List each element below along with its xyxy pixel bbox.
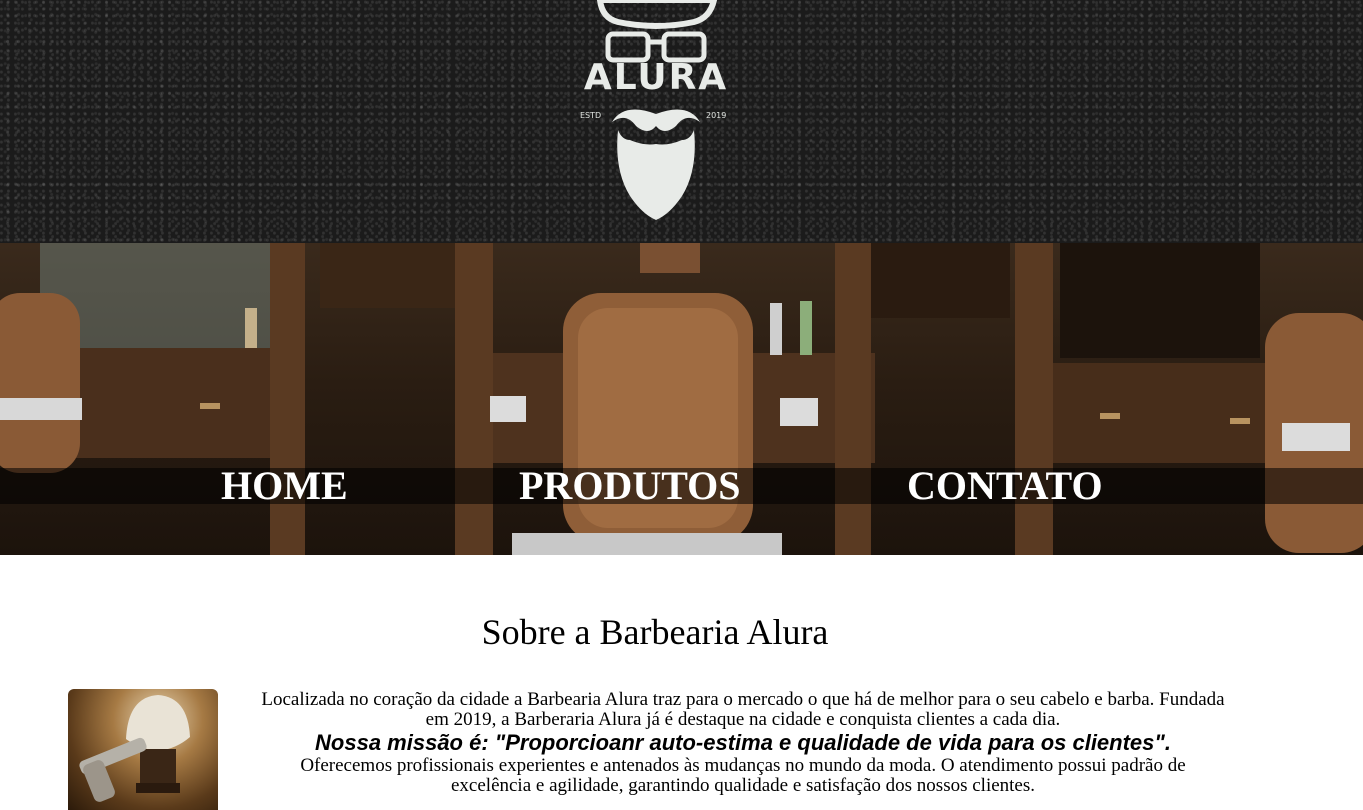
about-paragraph-2: Oferecemos profissionais experientes e a…: [300, 755, 1186, 796]
nav-link-produtos[interactable]: PRODUTOS: [519, 463, 741, 509]
alura-logo[interactable]: ALURA ESTD 2019: [578, 0, 734, 222]
about-title: Sobre a Barbearia Alura: [481, 612, 829, 652]
mission-statement: Nossa missão é: "Proporcioanr auto-estim…: [315, 730, 1171, 755]
nav-link-contato[interactable]: CONTATO: [907, 463, 1103, 509]
site-header: ALURA ESTD 2019: [0, 0, 1363, 243]
razor-brush-icon: [79, 695, 190, 802]
about-text: Localizada no coração da cidade a Barbea…: [258, 690, 1228, 796]
nav-link-home[interactable]: HOME: [221, 463, 348, 509]
shaving-brush-image: [68, 689, 218, 810]
logo-year: 2019: [706, 111, 727, 120]
logo-text: ALURA: [583, 57, 729, 98]
logo-estd: ESTD: [580, 111, 602, 120]
about-paragraph-1: Localizada no coração da cidade a Barbea…: [261, 689, 1225, 730]
